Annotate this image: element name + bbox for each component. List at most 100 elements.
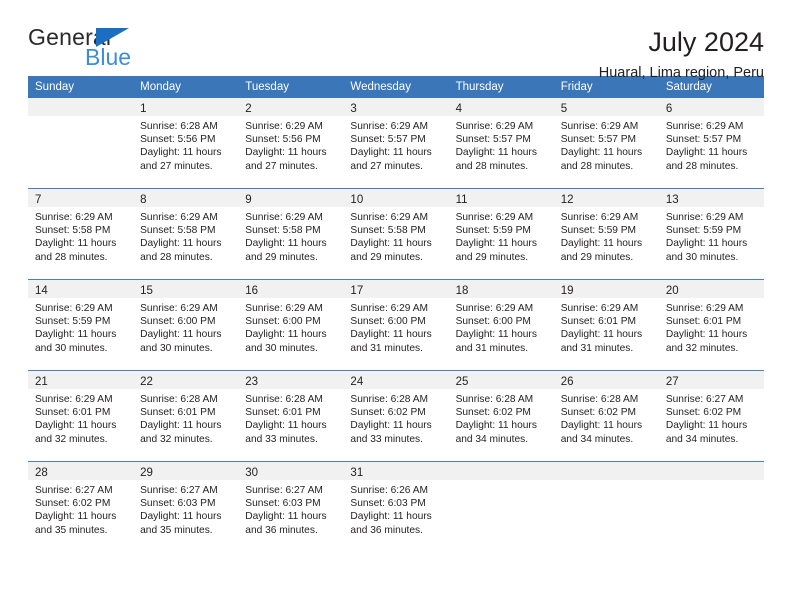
calendar-day-cell[interactable]: 18 Sunrise: 6:29 AM Sunset: 6:00 PM Dayligh…	[448, 279, 554, 371]
calendar-week-row: 28 Sunrise: 6:27 AM Sunset: 6:02 PM Dayligh…	[28, 461, 764, 552]
sun-times-line: Sunset: 6:00 PM	[140, 316, 216, 328]
day-cell-content: 29 Sunrise: 6:27 AM Sunset: 6:03 PM Dayligh…	[133, 462, 239, 552]
sun-times-block: Sunrise: 6:29 AM Sunset: 5:58 PM Daylight:…	[28, 207, 133, 264]
sun-times-line: Daylight: 11 hours	[245, 329, 327, 341]
sun-times-line: Sunrise: 6:28 AM	[245, 394, 323, 405]
calendar-day-cell[interactable]: 6 Sunrise: 6:29 AM Sunset: 5:57 PM Daylight…	[658, 98, 764, 189]
sun-times-line: Sunset: 6:00 PM	[350, 316, 426, 328]
calendar-day-cell[interactable]: 12 Sunrise: 6:29 AM Sunset: 5:59 PM Dayligh…	[553, 188, 659, 280]
calendar-day-cell[interactable]: 30 Sunrise: 6:27 AM Sunset: 6:03 PM Dayligh…	[238, 461, 344, 552]
calendar-day-cell[interactable]: 27 Sunrise: 6:27 AM Sunset: 6:02 PM Dayligh…	[658, 370, 764, 462]
day-number-band: 24	[343, 371, 449, 389]
sun-times-line: and 30 minutes.	[665, 251, 739, 263]
calendar-day-cell[interactable]: 2 Sunrise: 6:29 AM Sunset: 5:56 PM Daylight…	[238, 98, 344, 189]
day-number-band: 7	[28, 189, 134, 207]
sun-times-line: Daylight: 11 hours	[560, 420, 643, 432]
sun-times-line: and 33 minutes.	[350, 433, 423, 445]
calendar-day-cell[interactable]: 11 Sunrise: 6:29 AM Sunset: 5:59 PM Dayligh…	[448, 188, 554, 280]
sun-times-line: and 32 minutes.	[140, 433, 213, 445]
sun-times-line: and 36 minutes.	[350, 524, 423, 536]
calendar-day-cell[interactable]: 17 Sunrise: 6:29 AM Sunset: 6:00 PM Dayligh…	[343, 279, 449, 371]
sun-times-line: and 30 minutes.	[140, 342, 213, 354]
sun-times-line: Daylight: 11 hours	[245, 147, 327, 159]
sun-times-line: and 28 minutes.	[665, 160, 739, 172]
sun-times-block: Sunrise: 6:29 AM Sunset: 6:00 PM Daylight:…	[343, 298, 448, 355]
sun-times-line: and 34 minutes.	[455, 433, 529, 445]
sun-times-line: Sunset: 5:56 PM	[140, 134, 216, 146]
calendar-day-cell[interactable]: 9 Sunrise: 6:29 AM Sunset: 5:58 PM Daylight…	[238, 188, 344, 280]
day-number-band: 3	[343, 98, 449, 116]
sun-times-block: Sunrise: 6:29 AM Sunset: 5:57 PM Daylight:…	[343, 116, 448, 173]
sun-times-line: Daylight: 11 hours	[140, 511, 222, 523]
calendar-day-cell[interactable]: 10 Sunrise: 6:29 AM Sunset: 5:58 PM Dayligh…	[343, 188, 449, 280]
calendar-day-cell[interactable]: 20 Sunrise: 6:29 AM Sunset: 6:01 PM Dayligh…	[658, 279, 764, 371]
sun-times-line: Sunrise: 6:27 AM	[140, 485, 218, 496]
sun-times-line: Daylight: 11 hours	[245, 511, 327, 523]
sun-times-line: Sunrise: 6:29 AM	[350, 212, 429, 223]
calendar-day-cell[interactable]: 19 Sunrise: 6:29 AM Sunset: 6:01 PM Dayligh…	[553, 279, 659, 371]
sun-times-line: Sunset: 6:02 PM	[35, 498, 111, 510]
sun-times-block: Sunrise: 6:28 AM Sunset: 6:02 PM Daylight:…	[554, 389, 659, 446]
calendar-day-cell[interactable]: 5 Sunrise: 6:29 AM Sunset: 5:57 PM Daylight…	[553, 98, 659, 189]
calendar-day-cell	[28, 98, 134, 189]
sun-times-line: Sunset: 6:03 PM	[245, 498, 321, 510]
day-cell-content: 4 Sunrise: 6:29 AM Sunset: 5:57 PM Daylight…	[448, 98, 554, 188]
calendar-day-cell[interactable]: 28 Sunrise: 6:27 AM Sunset: 6:02 PM Dayligh…	[28, 461, 134, 552]
calendar-day-cell[interactable]: 8 Sunrise: 6:29 AM Sunset: 5:58 PM Daylight…	[133, 188, 239, 280]
day-number: 21	[35, 376, 48, 388]
sun-times-line: Sunrise: 6:27 AM	[245, 485, 323, 496]
sun-times-line: Daylight: 11 hours	[245, 420, 327, 432]
calendar-day-cell[interactable]: 24 Sunrise: 6:28 AM Sunset: 6:02 PM Dayligh…	[343, 370, 449, 462]
sun-times-line: Sunset: 5:57 PM	[560, 134, 637, 146]
calendar-day-cell[interactable]: 29 Sunrise: 6:27 AM Sunset: 6:03 PM Dayligh…	[133, 461, 239, 552]
sun-times-line: and 28 minutes.	[455, 160, 529, 172]
sun-times-line: Daylight: 11 hours	[140, 147, 222, 159]
sun-times-line: Sunrise: 6:29 AM	[245, 303, 323, 314]
calendar-day-cell[interactable]: 15 Sunrise: 6:29 AM Sunset: 6:00 PM Dayligh…	[133, 279, 239, 371]
calendar-day-cell[interactable]: 22 Sunrise: 6:28 AM Sunset: 6:01 PM Dayligh…	[133, 370, 239, 462]
calendar-day-cell[interactable]: 21 Sunrise: 6:29 AM Sunset: 6:01 PM Dayligh…	[28, 370, 134, 462]
day-cell-content: 8 Sunrise: 6:29 AM Sunset: 5:58 PM Daylight…	[133, 189, 239, 279]
sun-times-line: Daylight: 11 hours	[350, 238, 432, 250]
calendar-day-cell[interactable]: 23 Sunrise: 6:28 AM Sunset: 6:01 PM Dayligh…	[238, 370, 344, 462]
calendar-day-cell[interactable]: 13 Sunrise: 6:29 AM Sunset: 5:59 PM Dayligh…	[658, 188, 764, 280]
day-number-band: 14	[28, 280, 134, 298]
day-cell-content	[448, 462, 554, 552]
calendar-day-cell[interactable]: 1 Sunrise: 6:28 AM Sunset: 5:56 PM Daylight…	[133, 98, 239, 189]
calendar-day-cell[interactable]: 25 Sunrise: 6:28 AM Sunset: 6:02 PM Dayligh…	[448, 370, 554, 462]
sun-times-line: Sunrise: 6:29 AM	[455, 212, 534, 223]
sun-times-line: and 31 minutes.	[455, 342, 529, 354]
sun-times-line: Sunset: 5:56 PM	[245, 134, 321, 146]
sun-times-line: Sunrise: 6:29 AM	[140, 212, 218, 223]
sun-times-line: and 29 minutes.	[560, 251, 634, 263]
sun-times-line: Sunset: 6:01 PM	[560, 316, 637, 328]
sun-times-line: Daylight: 11 hours	[455, 238, 537, 250]
day-number: 14	[35, 285, 48, 297]
sun-times-line: Sunrise: 6:29 AM	[665, 121, 744, 132]
day-number: 19	[560, 285, 574, 297]
calendar-day-cell[interactable]: 3 Sunrise: 6:29 AM Sunset: 5:57 PM Daylight…	[343, 98, 449, 189]
sun-times-block: Sunrise: 6:29 AM Sunset: 5:56 PM Daylight:…	[238, 116, 343, 173]
calendar-day-cell[interactable]: 14 Sunrise: 6:29 AM Sunset: 5:59 PM Dayligh…	[28, 279, 134, 371]
day-number: 16	[245, 285, 259, 297]
day-cell-content: 2 Sunrise: 6:29 AM Sunset: 5:56 PM Daylight…	[238, 98, 344, 188]
day-number-band: 16	[238, 280, 344, 298]
calendar-day-cell[interactable]: 26 Sunrise: 6:28 AM Sunset: 6:02 PM Dayligh…	[553, 370, 659, 462]
day-number: 2	[245, 103, 252, 115]
sun-times-line: Sunrise: 6:28 AM	[350, 394, 429, 405]
calendar-day-cell[interactable]: 7 Sunrise: 6:29 AM Sunset: 5:58 PM Daylight…	[28, 188, 134, 280]
calendar-day-cell[interactable]: 31 Sunrise: 6:26 AM Sunset: 6:03 PM Dayligh…	[343, 461, 449, 552]
day-number-band: 1	[133, 98, 239, 116]
sun-times-block: Sunrise: 6:29 AM Sunset: 6:01 PM Daylight:…	[659, 298, 764, 355]
day-cell-content: 26 Sunrise: 6:28 AM Sunset: 6:02 PM Dayligh…	[553, 371, 659, 461]
sun-times-block: Sunrise: 6:27 AM Sunset: 6:03 PM Daylight:…	[133, 480, 238, 537]
day-cell-content: 21 Sunrise: 6:29 AM Sunset: 6:01 PM Dayligh…	[28, 371, 134, 461]
sun-times-block: Sunrise: 6:27 AM Sunset: 6:02 PM Daylight:…	[659, 389, 764, 446]
calendar-day-cell[interactable]: 16 Sunrise: 6:29 AM Sunset: 6:00 PM Dayligh…	[238, 279, 344, 371]
sun-times-line: Sunrise: 6:29 AM	[350, 121, 429, 132]
sun-times-line: Sunrise: 6:29 AM	[560, 303, 639, 314]
general-blue-logo[interactable]: General Blue	[28, 26, 198, 72]
sun-times-block: Sunrise: 6:29 AM Sunset: 6:00 PM Daylight:…	[449, 298, 554, 355]
calendar-day-cell[interactable]: 4 Sunrise: 6:29 AM Sunset: 5:57 PM Daylight…	[448, 98, 554, 189]
day-number: 4	[455, 103, 462, 115]
